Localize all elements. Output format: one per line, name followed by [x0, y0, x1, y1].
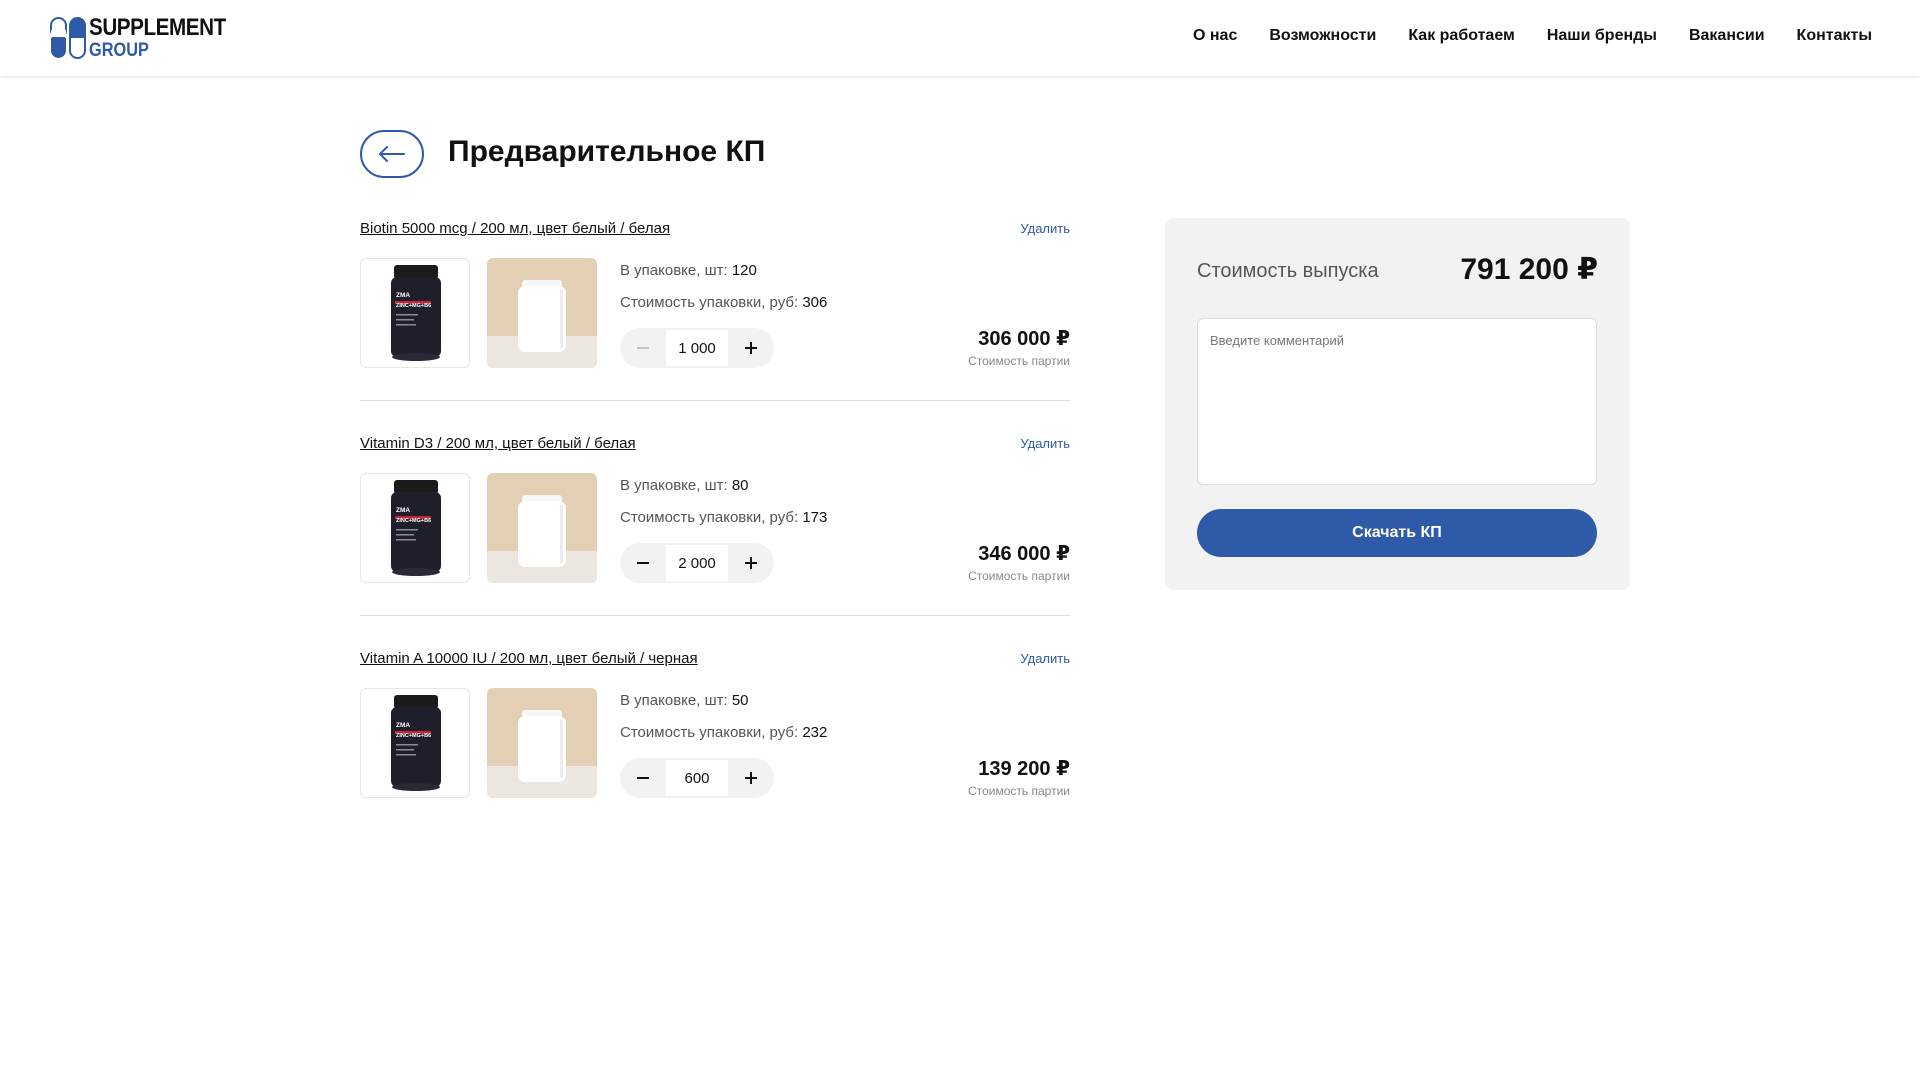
summary-panel: Стоимость выпуска 791 200 ₽ Скачать КП [1165, 218, 1630, 590]
pack-cost-value: 306 [802, 294, 828, 311]
quantity-input[interactable] [666, 545, 728, 581]
quote-items-list: Biotin 5000 mcg / 200 мл, цвет белый / б… [360, 216, 1070, 861]
download-quote-button[interactable]: Скачать КП [1197, 509, 1597, 557]
packaging-jar-image [487, 473, 597, 583]
product-jar-image: ZMA ZINC+MG+B6 [360, 473, 470, 583]
pack-quantity-label: В упаковке, шт: [620, 477, 728, 494]
decrement-button[interactable] [620, 328, 666, 368]
jar-label-line2: ZINC+MG+B6 [396, 303, 431, 309]
pack-cost: Стоимость упаковки, руб: 232 [620, 724, 827, 741]
minus-icon [637, 562, 649, 564]
packaging-jar-image [487, 258, 597, 368]
pack-quantity: В упаковке, шт: 80 [620, 477, 749, 494]
back-button[interactable] [360, 130, 424, 178]
delete-link[interactable]: Удалить [1020, 436, 1070, 451]
decrement-button[interactable] [620, 758, 666, 798]
comment-textarea[interactable] [1197, 318, 1597, 485]
pack-cost-value: 232 [802, 724, 828, 741]
jar-label-line1: ZMA [396, 507, 410, 514]
pack-quantity: В упаковке, шт: 50 [620, 692, 749, 709]
logo-text-line2: GROUP [89, 40, 149, 61]
batch-price-label: Стоимость партии [968, 569, 1070, 583]
delete-link[interactable]: Удалить [1020, 651, 1070, 666]
divider [360, 615, 1070, 616]
quantity-stepper [620, 758, 774, 798]
pack-cost: Стоимость упаковки, руб: 173 [620, 509, 827, 526]
pack-cost-label: Стоимость упаковки, руб: [620, 294, 799, 311]
quantity-input[interactable] [666, 760, 728, 796]
quantity-stepper [620, 328, 774, 368]
jar-label-line2: ZINC+MG+B6 [396, 733, 431, 739]
total-cost-label: Стоимость выпуска [1197, 260, 1379, 282]
pack-quantity-label: В упаковке, шт: [620, 262, 728, 279]
increment-button[interactable] [728, 758, 774, 798]
capsule-logo-icon [50, 17, 86, 59]
jar-label-line1: ZMA [396, 722, 410, 729]
decrement-button[interactable] [620, 543, 666, 583]
page-title: Предварительное КП [448, 135, 766, 168]
nav-link-features[interactable]: Возможности [1269, 27, 1376, 45]
divider [360, 400, 1070, 401]
pack-quantity-value: 50 [731, 692, 749, 709]
packaging-jar-image [487, 688, 597, 798]
site-header: SUPPLEMENT GROUP О нас Возможности Как р… [0, 0, 1920, 76]
pack-quantity: В упаковке, шт: 120 [620, 262, 757, 279]
nav-link-how-we-work[interactable]: Как работаем [1408, 27, 1515, 45]
product-jar-image: ZMA ZINC+MG+B6 [360, 258, 470, 368]
batch-price: 306 000 ₽ [978, 328, 1070, 350]
delete-link[interactable]: Удалить [1020, 221, 1070, 236]
pack-cost-label: Стоимость упаковки, руб: [620, 509, 799, 526]
total-cost-value: 791 200 ₽ [1460, 253, 1598, 286]
minus-icon [637, 347, 649, 349]
list-item: Vitamin A 10000 IU / 200 мл, цвет белый … [360, 646, 1070, 861]
item-name-link[interactable]: Biotin 5000 mcg / 200 мл, цвет белый / б… [360, 220, 670, 237]
item-name-link[interactable]: Vitamin D3 / 200 мл, цвет белый / белая [360, 435, 636, 452]
pack-quantity-value: 80 [731, 477, 749, 494]
list-item: Vitamin D3 / 200 мл, цвет белый / белая … [360, 431, 1070, 646]
pack-quantity-label: В упаковке, шт: [620, 692, 728, 709]
main-nav: О нас Возможности Как работаем Наши брен… [1161, 27, 1872, 45]
list-item: Biotin 5000 mcg / 200 мл, цвет белый / б… [360, 216, 1070, 431]
nav-link-vacancies[interactable]: Вакансии [1689, 27, 1765, 45]
quantity-input[interactable] [666, 330, 728, 366]
batch-price: 139 200 ₽ [978, 758, 1070, 780]
nav-link-brands[interactable]: Наши бренды [1547, 27, 1657, 45]
plus-icon [745, 772, 757, 784]
jar-label-line1: ZMA [396, 292, 410, 299]
quantity-stepper [620, 543, 774, 583]
plus-icon [745, 557, 757, 569]
pack-quantity-value: 120 [731, 262, 757, 279]
batch-price: 346 000 ₽ [978, 543, 1070, 565]
batch-price-label: Стоимость партии [968, 354, 1070, 368]
pack-cost: Стоимость упаковки, руб: 306 [620, 294, 827, 311]
product-jar-image: ZMA ZINC+MG+B6 [360, 688, 470, 798]
plus-icon [745, 342, 757, 354]
logo[interactable]: SUPPLEMENT GROUP [50, 16, 248, 60]
increment-button[interactable] [728, 328, 774, 368]
jar-label-line2: ZINC+MG+B6 [396, 518, 431, 524]
pack-cost-value: 173 [802, 509, 828, 526]
item-name-link[interactable]: Vitamin A 10000 IU / 200 мл, цвет белый … [360, 650, 698, 667]
minus-icon [637, 777, 649, 779]
batch-price-label: Стоимость партии [968, 784, 1070, 798]
nav-link-about[interactable]: О нас [1193, 27, 1237, 45]
logo-text-line1: SUPPLEMENT [89, 14, 226, 41]
nav-link-contacts[interactable]: Контакты [1797, 27, 1872, 45]
increment-button[interactable] [728, 543, 774, 583]
pack-cost-label: Стоимость упаковки, руб: [620, 724, 799, 741]
arrow-left-icon [379, 146, 405, 162]
